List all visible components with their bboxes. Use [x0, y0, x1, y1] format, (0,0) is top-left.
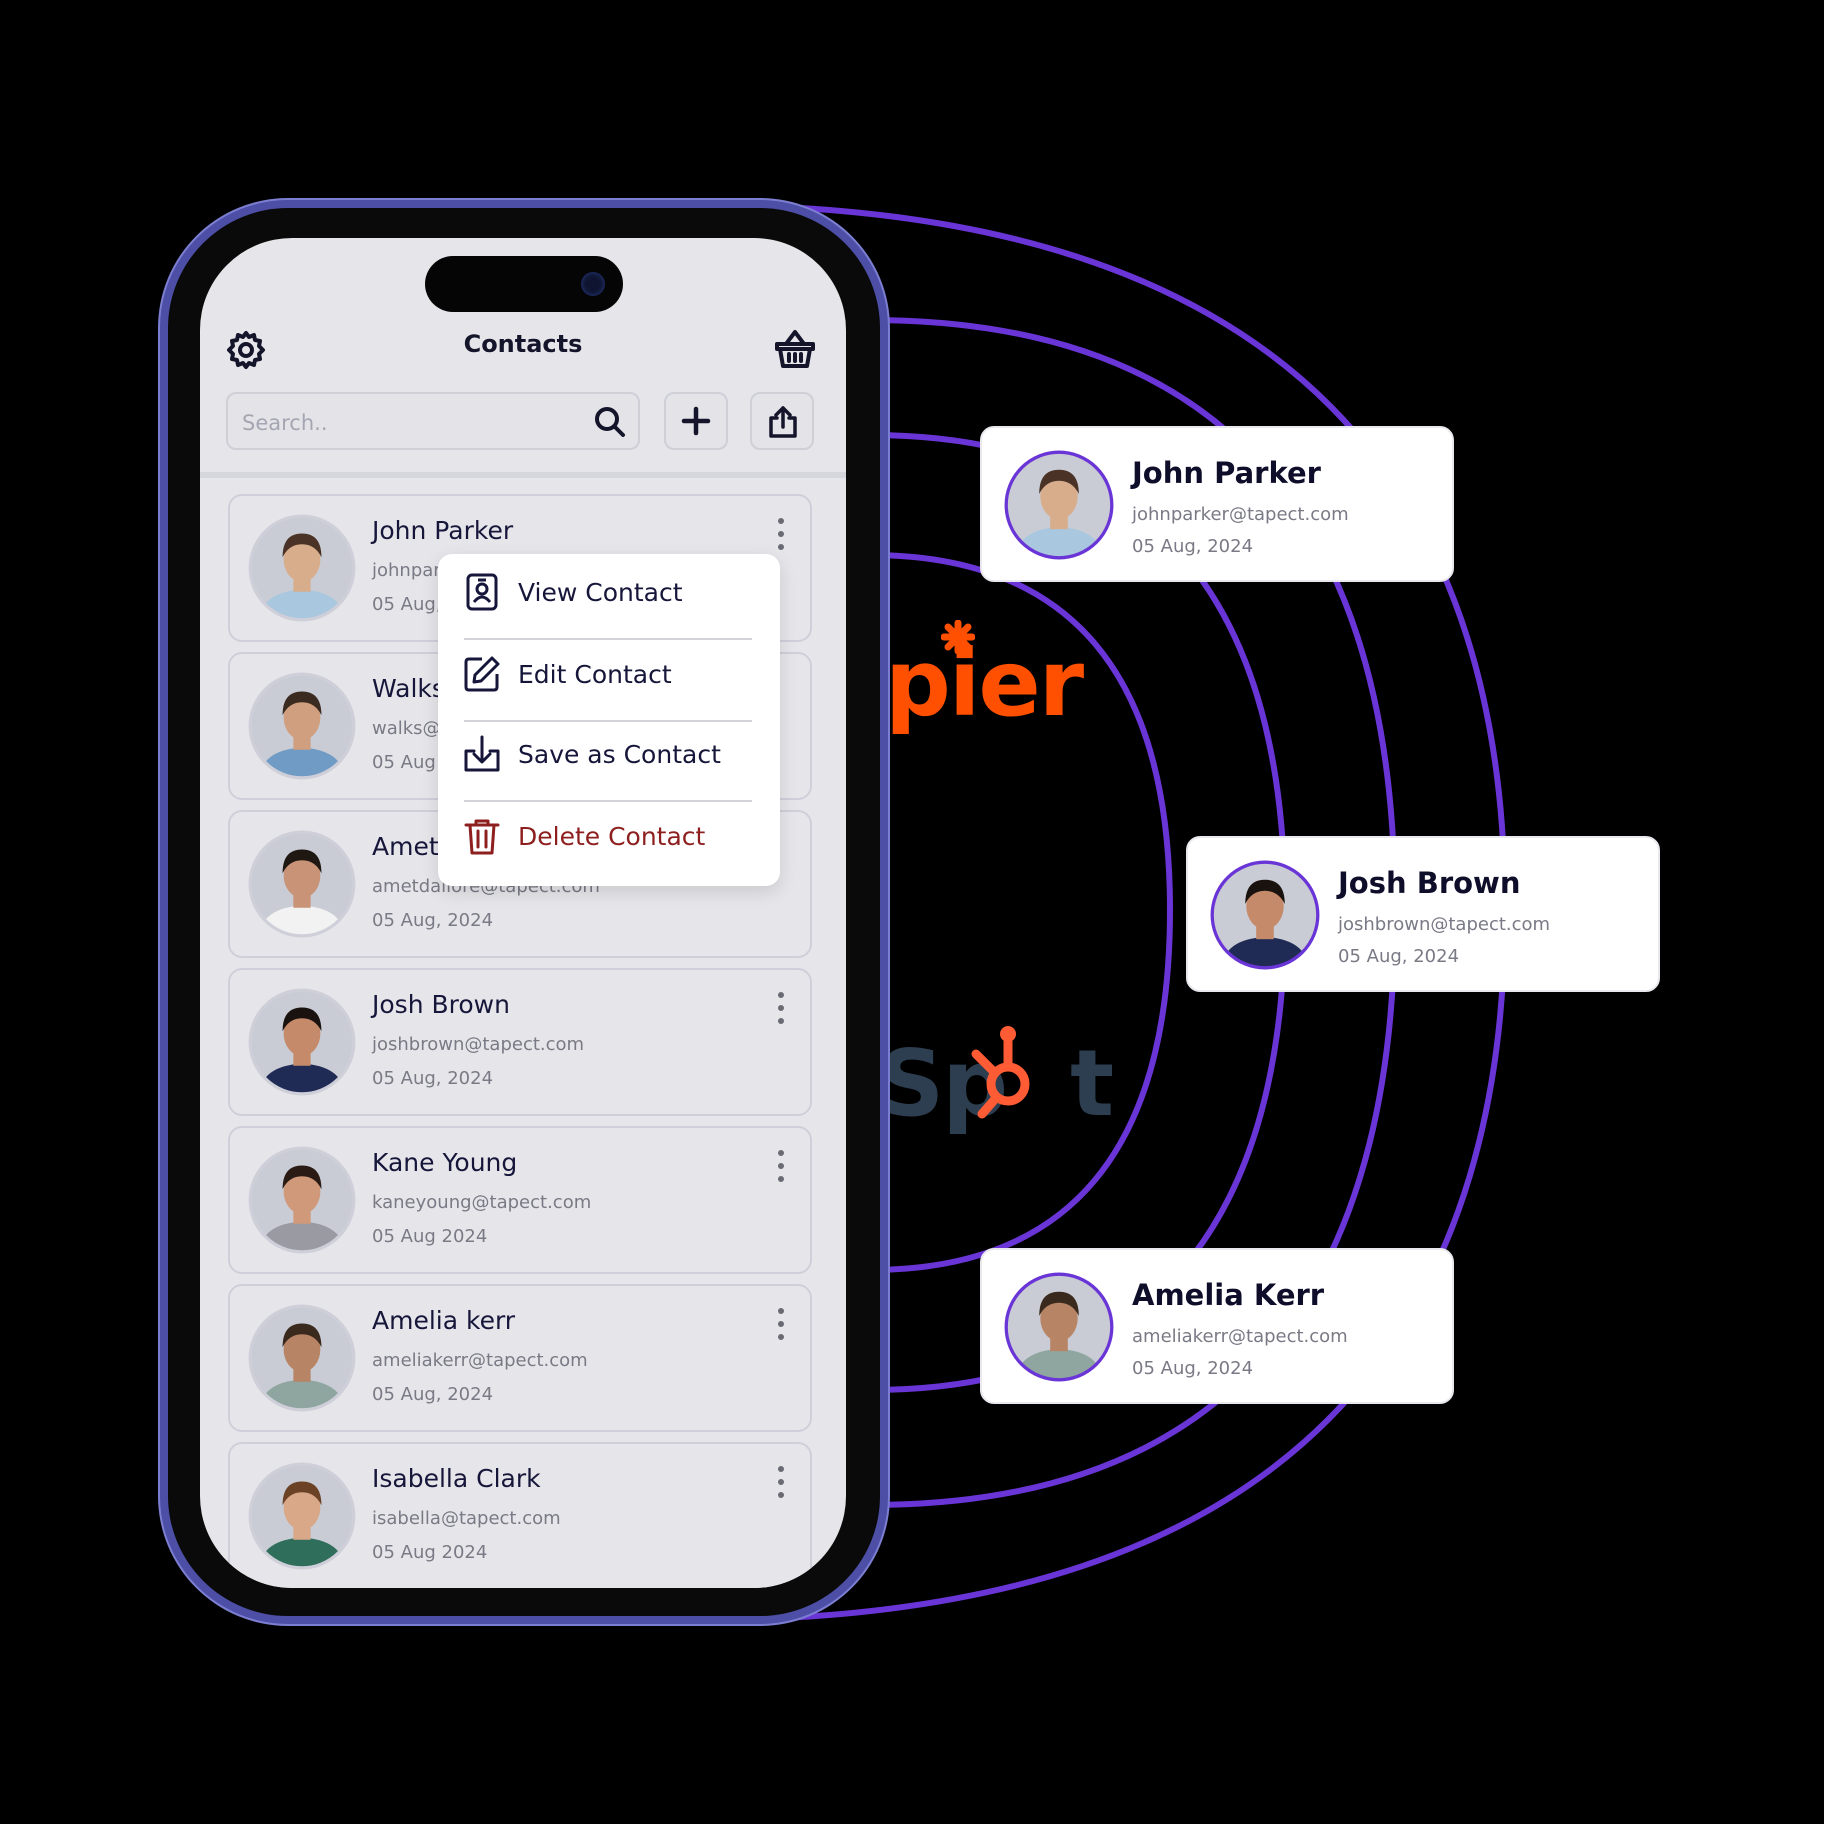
- zapier-asterisk-icon: [941, 620, 975, 654]
- hubspot-logo: Sp t: [878, 1026, 1114, 1137]
- avatar: [1004, 450, 1114, 560]
- profile-email: ameliakerr@tapect.com: [1132, 1326, 1348, 1347]
- contact-name: Kane Young: [372, 1148, 518, 1177]
- dynamic-island: [425, 256, 623, 312]
- edit-icon: [464, 656, 500, 692]
- avatar: [248, 988, 356, 1096]
- avatar: [248, 514, 356, 622]
- contact-date: 05 Aug 2024: [372, 1226, 488, 1247]
- search-box: [226, 392, 640, 450]
- profile-name: Josh Brown: [1338, 866, 1521, 900]
- profile-card: John Parker johnparker@tapect.com 05 Aug, …: [980, 426, 1454, 582]
- avatar: [248, 1146, 356, 1254]
- contact-card[interactable]: Josh Brown joshbrown@tapect.com 05 Aug, 20…: [228, 968, 812, 1116]
- profile-card: Amelia Kerr ameliakerr@tapect.com 05 Aug, …: [980, 1248, 1454, 1404]
- menu-item-label: Save as Contact: [518, 740, 721, 769]
- contact-card-icon: [466, 573, 498, 611]
- menu-item-delete-contact[interactable]: Delete Contact: [438, 802, 780, 872]
- menu-item-label: View Contact: [518, 578, 683, 607]
- search-icon[interactable]: [594, 406, 626, 438]
- profile-date: 05 Aug, 2024: [1132, 536, 1254, 557]
- search-input[interactable]: [240, 404, 584, 442]
- profile-date: 05 Aug, 2024: [1132, 1358, 1254, 1379]
- context-menu: View Contact Edit Contact Save as Contac…: [438, 554, 780, 886]
- contact-card[interactable]: Kane Young kaneyoung@tapect.com 05 Aug 202…: [228, 1126, 812, 1274]
- zapier-logo: pier: [885, 620, 1084, 737]
- contact-date: 05 Aug, 2024: [372, 1068, 494, 1089]
- more-options-icon[interactable]: [774, 990, 788, 1026]
- contact-email: johnpar: [372, 560, 441, 581]
- contact-name: Josh Brown: [372, 990, 510, 1019]
- profile-email: johnparker@tapect.com: [1132, 504, 1349, 525]
- contact-name: Walks: [372, 674, 445, 703]
- contact-email: ameliakerr@tapect.com: [372, 1350, 588, 1371]
- contact-date: 05 Aug,: [372, 594, 442, 615]
- more-options-icon[interactable]: [774, 1306, 788, 1342]
- front-camera: [581, 272, 605, 296]
- contact-date: 05 Aug: [372, 752, 436, 773]
- menu-item-view-contact[interactable]: View Contact: [438, 558, 780, 628]
- plus-icon: [681, 406, 711, 436]
- download-icon: [464, 735, 500, 772]
- avatar: [248, 1462, 356, 1570]
- contact-card[interactable]: Amelia kerr ameliakerr@tapect.com 05 Aug, …: [228, 1284, 812, 1432]
- hubspot-sprocket-icon: [971, 1026, 1030, 1119]
- share-icon: [769, 406, 797, 438]
- contact-card[interactable]: Isabella Clark isabella@tapect.com 05 Aug …: [228, 1442, 812, 1588]
- menu-item-save-contact[interactable]: Save as Contact: [438, 720, 780, 790]
- contact-name: John Parker: [372, 516, 514, 545]
- basket-icon[interactable]: [774, 328, 816, 370]
- contact-date: 05 Aug, 2024: [372, 910, 494, 931]
- menu-item-label: Delete Contact: [518, 822, 706, 851]
- share-button[interactable]: [750, 392, 814, 450]
- contact-email: isabella@tapect.com: [372, 1508, 561, 1529]
- add-contact-button[interactable]: [664, 392, 728, 450]
- menu-item-label: Edit Contact: [518, 660, 672, 689]
- trash-icon: [464, 819, 500, 855]
- more-options-icon[interactable]: [774, 1148, 788, 1184]
- contact-name: Amelia kerr: [372, 1306, 516, 1335]
- header-divider: [200, 472, 846, 478]
- profile-card: Josh Brown joshbrown@tapect.com 05 Aug, 20…: [1186, 836, 1660, 992]
- avatar: [248, 1304, 356, 1412]
- contact-date: 05 Aug 2024: [372, 1542, 488, 1563]
- menu-item-edit-contact[interactable]: Edit Contact: [438, 640, 780, 710]
- profile-name: Amelia Kerr: [1132, 1278, 1325, 1312]
- profile-email: joshbrown@tapect.com: [1338, 914, 1551, 935]
- page-title: Contacts: [463, 330, 583, 358]
- more-options-icon[interactable]: [774, 1464, 788, 1500]
- phone-screen: Contacts Search.. John Parker johnpar 05…: [200, 238, 846, 1588]
- profile-date: 05 Aug, 2024: [1338, 946, 1460, 967]
- contact-email: joshbrown@tapect.com: [372, 1034, 585, 1055]
- contact-name: Amet: [372, 832, 439, 861]
- scene: pier Sp t Contacts Search.. John Parker …: [0, 0, 1824, 1824]
- avatar: [1210, 860, 1320, 970]
- contact-email: kaneyoung@tapect.com: [372, 1192, 592, 1213]
- avatar: [1004, 1272, 1114, 1382]
- more-options-icon[interactable]: [774, 516, 788, 552]
- avatar: [248, 830, 356, 938]
- contact-name: Isabella Clark: [372, 1464, 541, 1493]
- contact-email: walks@: [372, 718, 441, 739]
- avatar: [248, 672, 356, 780]
- profile-name: John Parker: [1132, 456, 1321, 490]
- contact-date: 05 Aug, 2024: [372, 1384, 494, 1405]
